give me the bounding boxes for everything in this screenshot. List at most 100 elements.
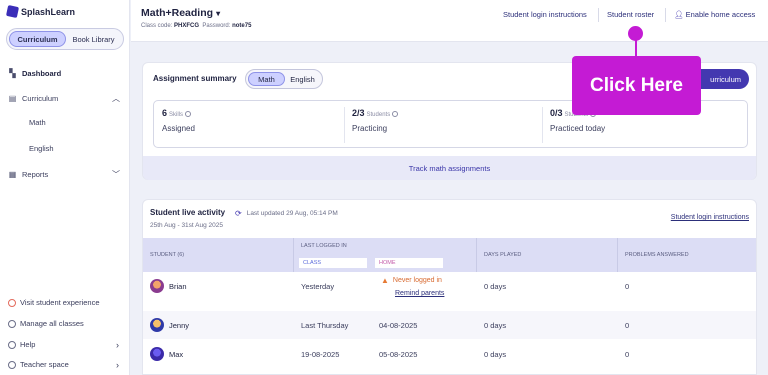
subject-toggle: Math English [245, 69, 323, 89]
visit-student-experience-label: Visit student experience [20, 298, 100, 307]
enable-home-access-link[interactable]: 👤︎ Enable home access [674, 10, 755, 19]
sidebar-item-dashboard[interactable]: ▚ Dashboard [0, 64, 130, 82]
student-login-instructions-link[interactable]: Student login instructions [671, 214, 749, 221]
stat-unit: Skills [169, 112, 184, 118]
sidebar-item-english[interactable]: English [29, 144, 54, 153]
student-live-activity-card: Student live activity ⟳ Last updated 29 … [142, 199, 757, 375]
class-last-login: Last Thursday [301, 321, 349, 330]
book-icon: ▤ [8, 93, 17, 103]
class-selector[interactable]: Math+Reading ▾ [141, 7, 220, 19]
track-math-assignments-link[interactable]: Track math assignments [143, 156, 756, 180]
gear-icon [8, 319, 16, 328]
date-range: 25th Aug - 31st Aug 2025 [150, 222, 224, 229]
never-logged-in-text: Never logged in [392, 277, 442, 284]
table-row[interactable]: Brian Yesterday ▲ Never logged in Remind … [143, 272, 756, 300]
days-played: 0 days [484, 350, 507, 359]
info-icon[interactable] [392, 110, 399, 117]
help-label: Help [20, 340, 36, 349]
math-subject-button[interactable]: Math [248, 72, 285, 86]
visit-student-experience-link[interactable]: Visit student experience [8, 298, 100, 307]
library-toggle: Curriculum Book Library [6, 28, 124, 50]
sidebar: SplashLearn Curriculum Book Library ▚ Da… [0, 0, 130, 375]
class-badge: CLASS [299, 258, 367, 268]
class-credentials: Class code: PHXFCG Password: note75 [141, 23, 251, 29]
stat-assigned: 6 Skills Assigned [162, 108, 195, 133]
avatar [150, 347, 164, 361]
problems-answered: 0 [625, 350, 630, 359]
student-roster-link[interactable]: Student roster [607, 10, 654, 19]
info-icon[interactable] [185, 110, 192, 117]
home-last-login: 04-08-2025 [379, 321, 418, 330]
divider [617, 238, 618, 272]
sidebar-item-curriculum[interactable]: ▤ Curriculum ︿ [0, 89, 130, 107]
student-name[interactable]: Brian [169, 282, 187, 291]
password-label: Password: [202, 23, 231, 29]
remind-parents-link[interactable]: Remind parents [395, 290, 444, 297]
splashlearn-logo[interactable]: SplashLearn [5, 4, 76, 19]
divider [598, 8, 599, 22]
manage-classes-link[interactable]: Manage all classes [8, 319, 84, 328]
refresh-icon[interactable]: ⟳ [235, 209, 242, 218]
click-here-callout: Click Here [572, 56, 701, 115]
tutorial-pointer-line [635, 40, 637, 57]
splashlearn-logo-icon [5, 4, 20, 19]
column-header-problems-answered: PROBLEMS ANSWERED [625, 252, 689, 258]
divider [293, 238, 294, 272]
chevron-down-icon: ﹀ [112, 169, 120, 179]
assignment-summary-title: Assignment summary [153, 74, 237, 83]
class-code-label: Class code: [141, 23, 173, 29]
stat-label: Practiced today [550, 124, 606, 133]
table-row[interactable]: Jenny Last Thursday 04-08-2025 0 days 0 [143, 311, 756, 339]
last-updated-text: Last updated 29 Aug, 05:14 PM [246, 210, 338, 217]
divider [476, 238, 477, 272]
stat-value: 0/3 [550, 108, 563, 118]
chevron-up-icon: ︿ [112, 93, 120, 103]
divider [665, 8, 666, 22]
english-subject-button[interactable]: English [285, 72, 320, 86]
class-password: note75 [232, 23, 252, 29]
class-last-login: Yesterday [301, 282, 335, 291]
stat-unit: Students [366, 112, 391, 118]
live-activity-title: Student live activity [150, 208, 226, 217]
sidebar-item-reports[interactable]: ▦ Reports ﹀ [0, 165, 130, 183]
help-link[interactable]: Help › [8, 340, 119, 350]
home-login-warning: ▲ Never logged in Remind parents [381, 276, 444, 297]
help-icon [8, 340, 16, 349]
chevron-right-icon: › [116, 339, 119, 350]
student-icon [8, 298, 16, 307]
stat-label: Practicing [352, 124, 388, 133]
class-code: PHXFCG [174, 23, 200, 29]
sidebar-item-label: Curriculum [22, 93, 59, 103]
column-header-student: STUDENT (6) [150, 252, 185, 258]
sidebar-item-label: Reports [22, 169, 49, 179]
book-library-toggle-button[interactable]: Book Library [66, 31, 121, 47]
problems-answered: 0 [625, 282, 630, 291]
last-updated: ⟳ Last updated 29 Aug, 05:14 PM [235, 209, 338, 218]
report-icon: ▦ [8, 169, 17, 179]
user-plus-icon: 👤︎ [674, 10, 684, 19]
tutorial-pointer-dot [628, 26, 643, 41]
divider [542, 107, 543, 143]
table-header: STUDENT (6) LAST LOGGED IN CLASS HOME DA… [143, 238, 756, 272]
chevron-down-icon: ▾ [216, 9, 221, 18]
stat-value: 2/3 [352, 108, 365, 118]
student-name[interactable]: Jenny [169, 321, 189, 330]
page-header: Math+Reading ▾ Class code: PHXFCG Passwor… [131, 0, 768, 42]
table-row[interactable]: Max 19-08-2025 05-08-2025 0 days 0 [143, 340, 756, 368]
brand-name: SplashLearn [21, 6, 76, 17]
divider [344, 107, 345, 143]
warning-icon: ▲ [381, 276, 389, 285]
enable-home-access-label: Enable home access [685, 10, 756, 19]
home-last-login: 05-08-2025 [379, 350, 418, 359]
curriculum-toggle-button[interactable]: Curriculum [9, 31, 66, 47]
student-login-instructions-link[interactable]: Student login instructions [503, 10, 587, 19]
student-name[interactable]: Max [169, 350, 183, 359]
teacher-space-label: Teacher space [20, 360, 69, 369]
teacher-space-link[interactable]: Teacher space › [8, 360, 119, 370]
column-header-days-played: DAYS PLAYED [484, 252, 522, 258]
sidebar-item-math[interactable]: Math [29, 118, 46, 127]
stat-practicing: 2/3 Students Practicing [352, 108, 399, 133]
sidebar-item-label: Dashboard [22, 68, 62, 78]
stat-value: 6 [162, 108, 168, 118]
problems-answered: 0 [625, 321, 630, 330]
